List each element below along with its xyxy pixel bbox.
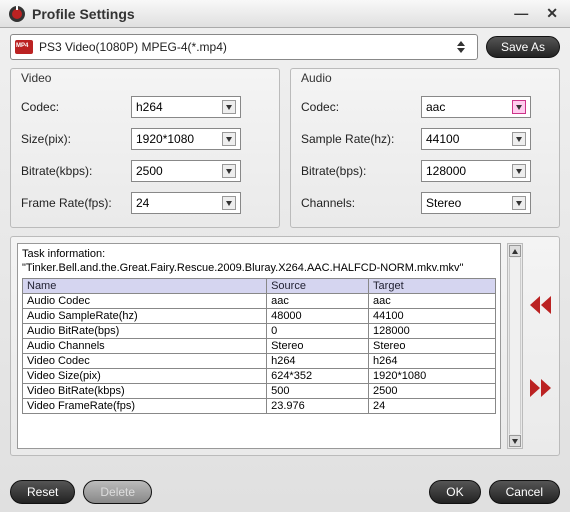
- audio-panel-title: Audio: [301, 71, 549, 85]
- table-row: Video BitRate(kbps)5002500: [23, 384, 496, 399]
- task-info-inner: Task information: "Tinker.Bell.and.the.G…: [17, 243, 501, 449]
- video-size-label: Size(pix):: [21, 132, 131, 146]
- ok-button[interactable]: OK: [429, 480, 480, 504]
- minimize-button[interactable]: —: [510, 5, 532, 22]
- audio-channels-label: Channels:: [301, 196, 421, 210]
- mp4-icon: [15, 40, 33, 54]
- table-cell: Video Codec: [23, 354, 267, 369]
- scrollbar[interactable]: [507, 243, 523, 449]
- table-cell: 2500: [369, 384, 496, 399]
- video-panel-title: Video: [21, 71, 269, 85]
- table-row: Audio Codecaacaac: [23, 294, 496, 309]
- chevron-down-icon: [222, 196, 236, 210]
- chevron-down-icon: [222, 100, 236, 114]
- table-cell: Video Size(pix): [23, 369, 267, 384]
- app-icon: [8, 5, 26, 23]
- video-bitrate-label: Bitrate(kbps):: [21, 164, 131, 178]
- audio-bitrate-select[interactable]: 128000: [421, 160, 531, 182]
- task-info-panel: Task information: "Tinker.Bell.and.the.G…: [10, 236, 560, 456]
- table-cell: Audio BitRate(bps): [23, 324, 267, 339]
- table-row: Audio BitRate(bps)0128000: [23, 324, 496, 339]
- audio-codec-select[interactable]: aac: [421, 96, 531, 118]
- next-button[interactable]: [530, 379, 552, 397]
- table-cell: 24: [369, 399, 496, 414]
- video-bitrate-select[interactable]: 2500: [131, 160, 241, 182]
- task-info-table: Name Source Target Audio CodecaacaacAudi…: [22, 278, 496, 414]
- audio-samplerate-select[interactable]: 44100: [421, 128, 531, 150]
- video-codec-label: Codec:: [21, 100, 131, 114]
- delete-button[interactable]: Delete: [83, 480, 152, 504]
- table-cell: Audio SampleRate(hz): [23, 309, 267, 324]
- table-cell: 0: [267, 324, 369, 339]
- chevron-down-icon: [512, 100, 526, 114]
- video-size-select[interactable]: 1920*1080: [131, 128, 241, 150]
- table-row: Video Size(pix)624*3521920*1080: [23, 369, 496, 384]
- nav-arrows: [529, 243, 553, 449]
- table-cell: Audio Codec: [23, 294, 267, 309]
- profile-spin[interactable]: [457, 41, 473, 53]
- table-cell: 624*352: [267, 369, 369, 384]
- audio-samplerate-label: Sample Rate(hz):: [301, 132, 421, 146]
- cancel-button[interactable]: Cancel: [489, 480, 560, 504]
- table-cell: h264: [267, 354, 369, 369]
- table-cell: Stereo: [369, 339, 496, 354]
- table-cell: 48000: [267, 309, 369, 324]
- prev-button[interactable]: [530, 296, 552, 314]
- table-cell: aac: [267, 294, 369, 309]
- table-row: Video Codech264h264: [23, 354, 496, 369]
- profile-row: PS3 Video(1080P) MPEG-4(*.mp4) Save As: [10, 34, 560, 60]
- th-source: Source: [267, 279, 369, 294]
- profile-settings-window: Profile Settings — ✕ PS3 Video(1080P) MP…: [0, 0, 570, 512]
- video-codec-select[interactable]: h264: [131, 96, 241, 118]
- chevron-down-icon: [222, 164, 236, 178]
- th-target: Target: [369, 279, 496, 294]
- table-cell: 23.976: [267, 399, 369, 414]
- table-cell: Audio Channels: [23, 339, 267, 354]
- audio-codec-label: Codec:: [301, 100, 421, 114]
- table-cell: 44100: [369, 309, 496, 324]
- save-as-button[interactable]: Save As: [486, 36, 560, 58]
- video-framerate-select[interactable]: 24: [131, 192, 241, 214]
- table-cell: Stereo: [267, 339, 369, 354]
- close-button[interactable]: ✕: [542, 5, 562, 22]
- video-panel: Video Codec:h264 Size(pix):1920*1080 Bit…: [10, 68, 280, 228]
- th-name: Name: [23, 279, 267, 294]
- scroll-track[interactable]: [509, 258, 521, 434]
- audio-bitrate-label: Bitrate(bps):: [301, 164, 421, 178]
- task-file-name: "Tinker.Bell.and.the.Great.Fairy.Rescue.…: [22, 262, 496, 274]
- table-cell: aac: [369, 294, 496, 309]
- window-title: Profile Settings: [32, 6, 510, 22]
- profile-select[interactable]: PS3 Video(1080P) MPEG-4(*.mp4): [10, 34, 478, 60]
- chevron-down-icon: [512, 132, 526, 146]
- table-cell: Video BitRate(kbps): [23, 384, 267, 399]
- table-row: Video FrameRate(fps)23.97624: [23, 399, 496, 414]
- titlebar: Profile Settings — ✕: [0, 0, 570, 28]
- scroll-down-icon[interactable]: [509, 435, 521, 447]
- content-area: PS3 Video(1080P) MPEG-4(*.mp4) Save As V…: [0, 28, 570, 474]
- reset-button[interactable]: Reset: [10, 480, 75, 504]
- audio-channels-select[interactable]: Stereo: [421, 192, 531, 214]
- table-row: Audio SampleRate(hz)4800044100: [23, 309, 496, 324]
- chevron-down-icon: [222, 132, 236, 146]
- chevron-down-icon: [512, 196, 526, 210]
- table-cell: 128000: [369, 324, 496, 339]
- table-row: Audio ChannelsStereoStereo: [23, 339, 496, 354]
- scroll-up-icon[interactable]: [509, 245, 521, 257]
- table-cell: Video FrameRate(fps): [23, 399, 267, 414]
- table-cell: 500: [267, 384, 369, 399]
- footer: Reset Delete OK Cancel: [0, 474, 570, 512]
- table-cell: 1920*1080: [369, 369, 496, 384]
- chevron-down-icon: [512, 164, 526, 178]
- table-cell: h264: [369, 354, 496, 369]
- profile-text: PS3 Video(1080P) MPEG-4(*.mp4): [39, 40, 457, 54]
- video-framerate-label: Frame Rate(fps):: [21, 196, 131, 210]
- audio-panel: Audio Codec:aac Sample Rate(hz):44100 Bi…: [290, 68, 560, 228]
- task-info-label: Task information:: [22, 248, 496, 260]
